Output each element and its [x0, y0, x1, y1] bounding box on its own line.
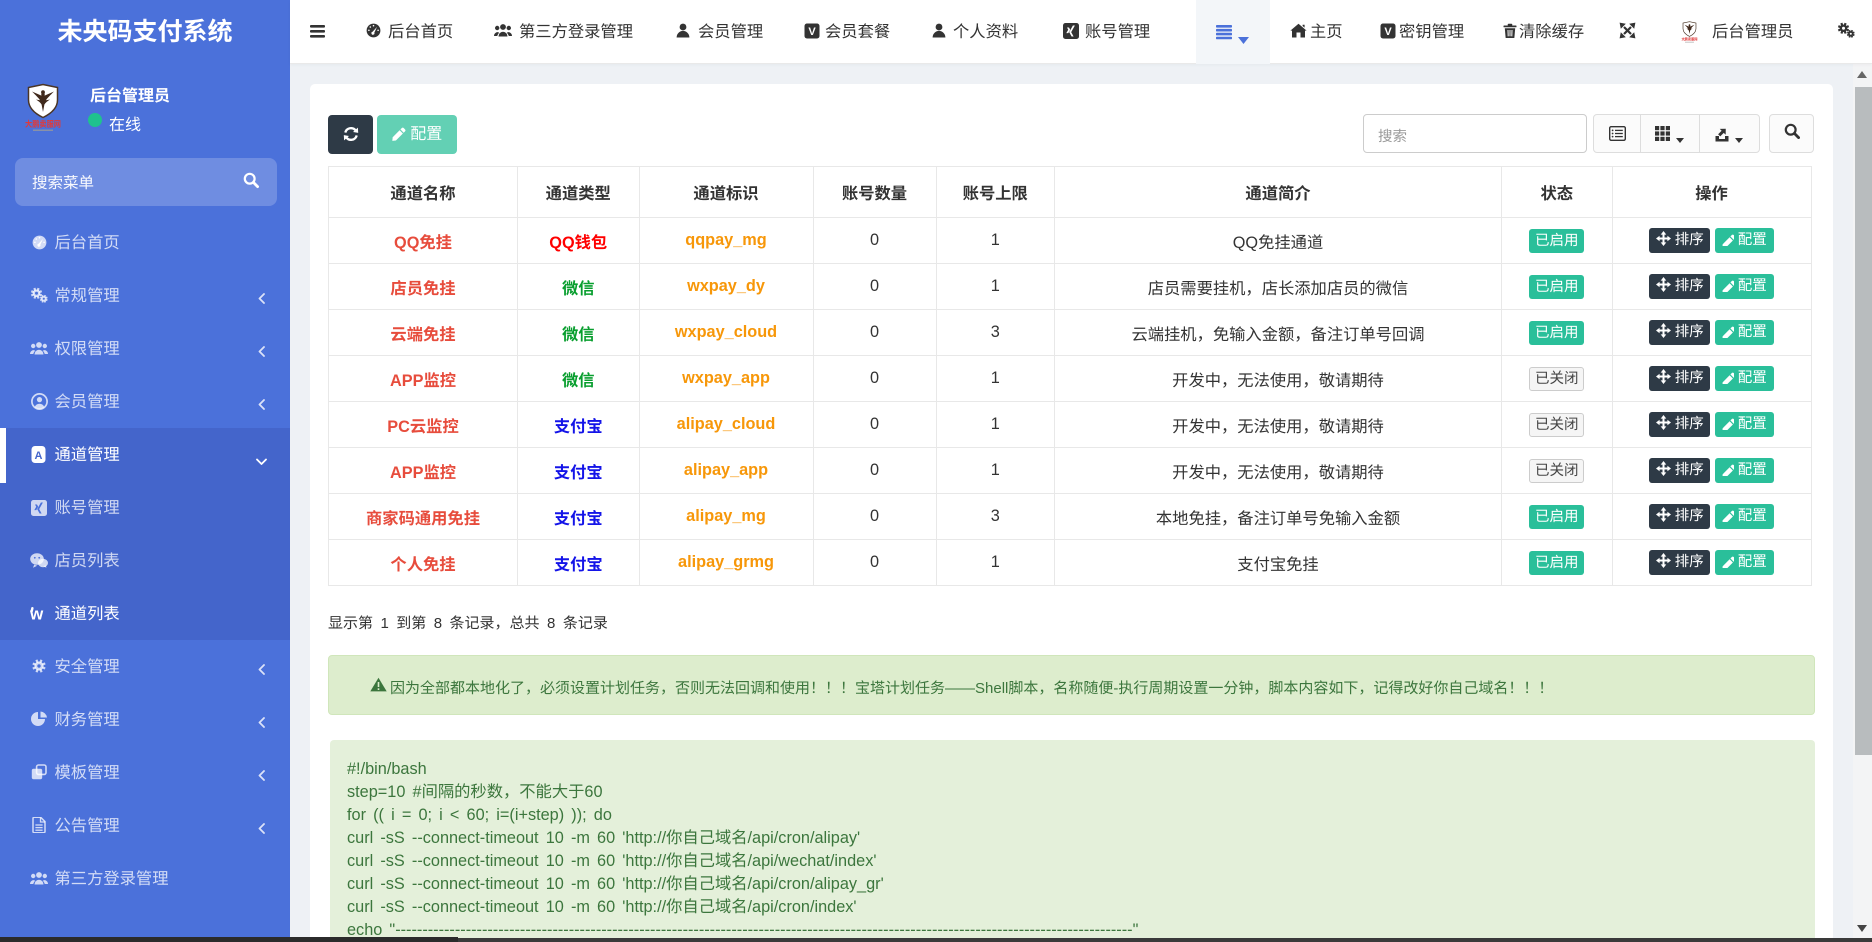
svg-text:V: V — [808, 26, 816, 38]
svg-text:V: V — [1384, 26, 1392, 38]
svg-text:大鹏卖服网: 大鹏卖服网 — [1681, 37, 1697, 42]
svg-text:大鹏卖服网: 大鹏卖服网 — [25, 119, 61, 129]
svg-text:A: A — [34, 450, 42, 462]
